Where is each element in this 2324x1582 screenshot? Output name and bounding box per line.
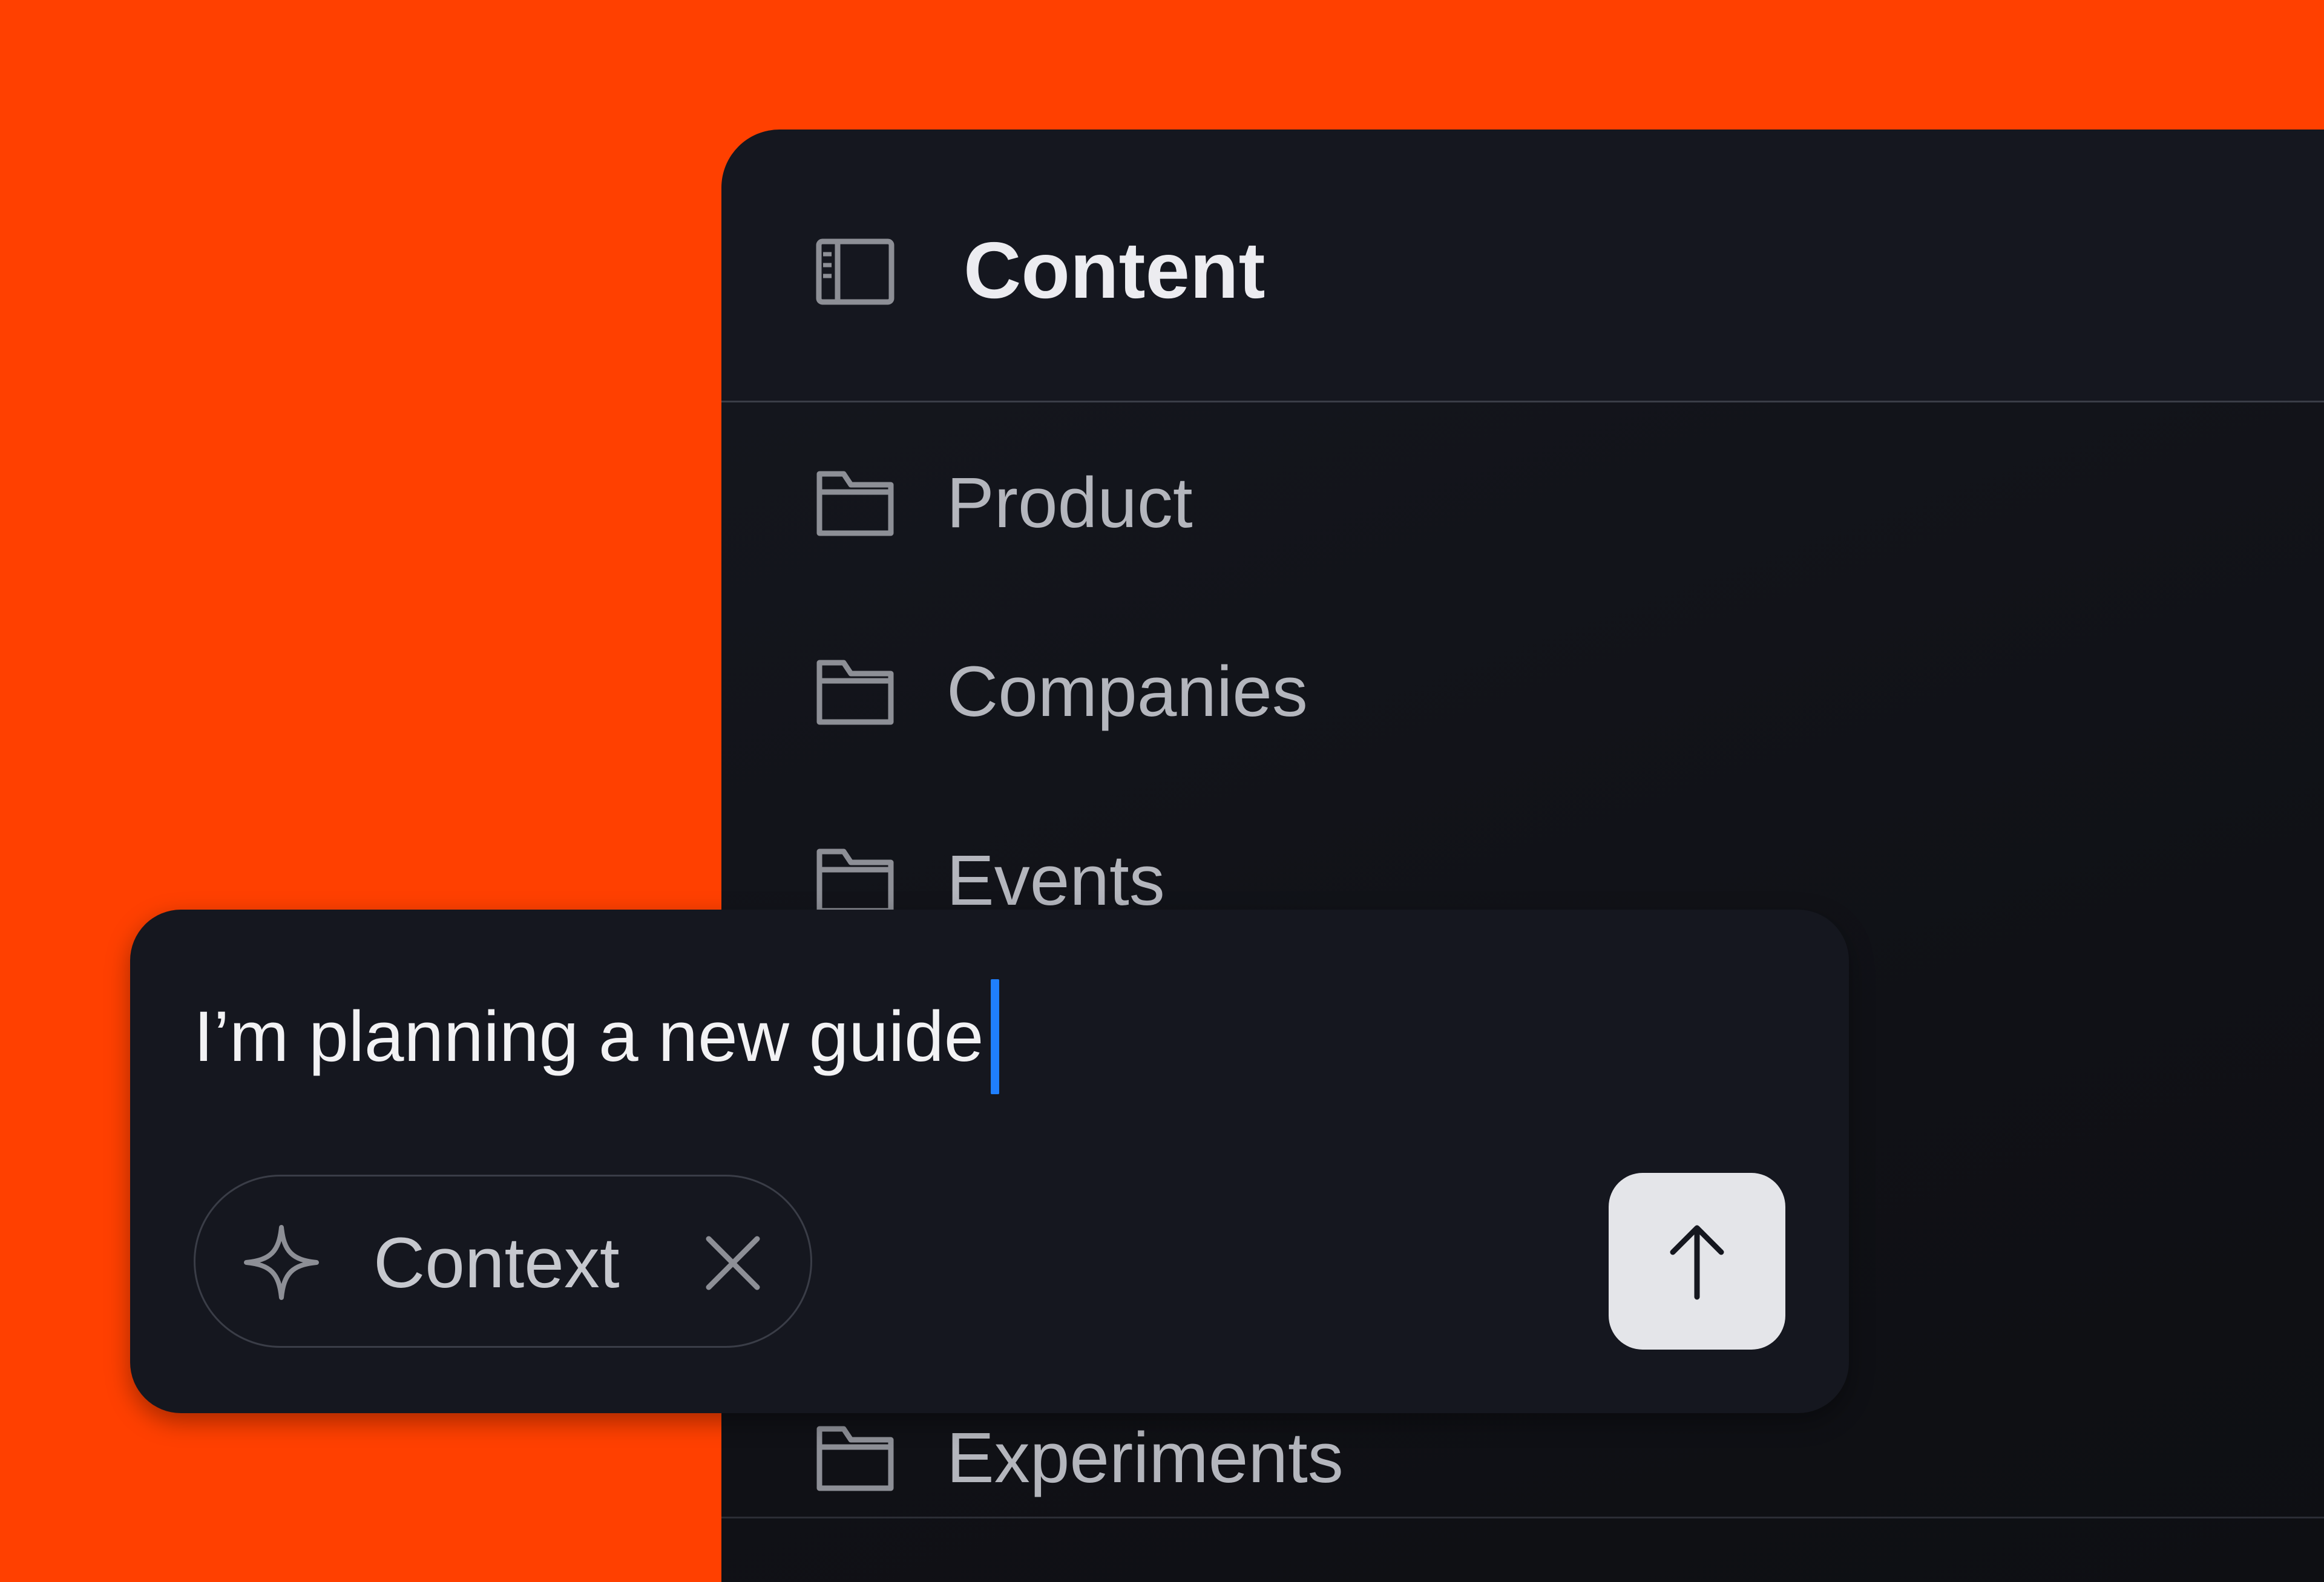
text-caret — [991, 979, 1000, 1094]
folder-icon — [816, 471, 894, 536]
prompt-input-value[interactable]: I’m planning a new guide — [194, 996, 983, 1078]
context-chip-label: Context — [373, 1223, 620, 1303]
folder-icon — [816, 1426, 894, 1491]
divider — [721, 1517, 2324, 1518]
folder-item-experiments[interactable]: Experiments — [816, 1416, 1344, 1500]
folder-item-product[interactable]: Product — [816, 461, 1193, 545]
folder-icon — [816, 660, 894, 725]
folder-label: Companies — [947, 652, 1308, 732]
folder-label: Product — [947, 463, 1193, 543]
panel-title: Content — [963, 226, 1265, 315]
prompt-input[interactable]: I’m planning a new guide — [194, 973, 1767, 1100]
close-icon[interactable] — [703, 1233, 763, 1293]
folder-icon — [816, 848, 894, 914]
sidebar-toggle-icon[interactable] — [816, 238, 894, 305]
chat-composer: I’m planning a new guide Context — [130, 910, 1849, 1413]
arrow-up-icon — [1670, 1225, 1724, 1300]
sparkle-icon — [244, 1225, 319, 1300]
folder-item-companies[interactable]: Companies — [816, 649, 1308, 734]
folder-label: Experiments — [947, 1418, 1344, 1498]
send-button[interactable] — [1609, 1173, 1785, 1350]
context-chip[interactable]: Context — [194, 1175, 812, 1348]
panel-header: Content — [721, 130, 2324, 402]
